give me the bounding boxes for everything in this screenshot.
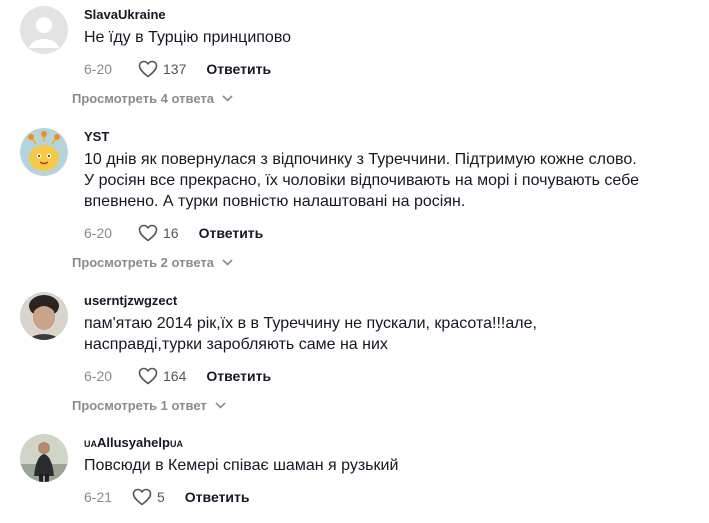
- avatar[interactable]: [20, 6, 68, 54]
- like-count: 16: [163, 225, 179, 241]
- comment-date: 6-20: [84, 61, 113, 77]
- like-count: 164: [163, 368, 187, 384]
- reply-button[interactable]: Ответить: [199, 225, 264, 241]
- flag-suffix: UA: [169, 439, 183, 449]
- comment-date: 6-20: [84, 225, 113, 241]
- view-replies-link[interactable]: Просмотреть 2 ответа: [72, 255, 233, 270]
- chevron-down-icon: [222, 259, 233, 266]
- comment-text: 10 днів як повернулася з відпочинку з Ту…: [84, 151, 640, 210]
- avatar[interactable]: [20, 292, 68, 340]
- comment-username[interactable]: SlavaUkraine: [84, 6, 700, 24]
- view-replies-link[interactable]: Просмотреть 4 ответа: [72, 91, 233, 106]
- comment-content: SlavaUkraine Не їду в Турцію принципово …: [84, 6, 700, 80]
- comment-username-text: Allusyahelp: [97, 435, 170, 450]
- view-replies-label: Просмотреть 4 ответа: [72, 91, 214, 106]
- avatar[interactable]: [20, 128, 68, 176]
- avatar[interactable]: [20, 434, 68, 482]
- reply-button[interactable]: Ответить: [185, 489, 250, 505]
- heart-outline-icon: [138, 60, 158, 78]
- view-replies-label: Просмотреть 2 ответа: [72, 255, 214, 270]
- heart-outline-icon: [138, 224, 158, 242]
- comment-username[interactable]: userntjzwgzect: [84, 292, 700, 310]
- comment-meta: 6-20 16 Ответить: [84, 222, 700, 244]
- comment-content: userntjzwgzect пам'ятаю 2014 рік,їх в в …: [84, 292, 700, 387]
- chevron-down-icon: [215, 402, 226, 409]
- like-button[interactable]: 137: [138, 60, 186, 78]
- flag-prefix: UA: [84, 439, 97, 449]
- like-count: 137: [163, 61, 187, 77]
- heart-outline-icon: [132, 488, 152, 506]
- reply-button[interactable]: Ответить: [206, 61, 271, 77]
- view-replies-link[interactable]: Просмотреть 1 ответ: [72, 398, 226, 413]
- reply-button[interactable]: Ответить: [206, 368, 271, 384]
- comment-meta: 6-20 164 Ответить: [84, 365, 700, 387]
- user-photo-icon: [20, 434, 68, 482]
- comment-content: UAAllusyahelpUA Повсюди в Кемері співає …: [84, 434, 700, 508]
- cartoon-avatar-icon: [20, 128, 68, 176]
- like-count: 5: [157, 489, 165, 505]
- chevron-down-icon: [222, 95, 233, 102]
- like-button[interactable]: 5: [132, 488, 165, 506]
- default-avatar-icon: [20, 6, 68, 54]
- comment-date: 6-21: [84, 489, 113, 505]
- user-photo-icon: [20, 292, 68, 340]
- like-button[interactable]: 164: [138, 367, 186, 385]
- comment-meta: 6-21 5 Ответить: [84, 486, 700, 508]
- comment-username[interactable]: YST: [84, 128, 700, 146]
- comment-text: Не їду в Турцію принципово: [84, 29, 292, 46]
- comment-text: пам'ятаю 2014 рік,їх в в Туреччину не пу…: [84, 315, 537, 353]
- comment-meta: 6-20 137 Ответить: [84, 58, 700, 80]
- comment-content: YST 10 днів як повернулася з відпочинку …: [84, 128, 700, 244]
- comment-text: Повсюди в Кемері співає шаман я рузький: [84, 457, 399, 474]
- like-button[interactable]: 16: [138, 224, 179, 242]
- comment-date: 6-20: [84, 368, 113, 384]
- view-replies-label: Просмотреть 1 ответ: [72, 398, 207, 413]
- heart-outline-icon: [138, 367, 158, 385]
- comment-username[interactable]: UAAllusyahelpUA: [84, 434, 700, 452]
